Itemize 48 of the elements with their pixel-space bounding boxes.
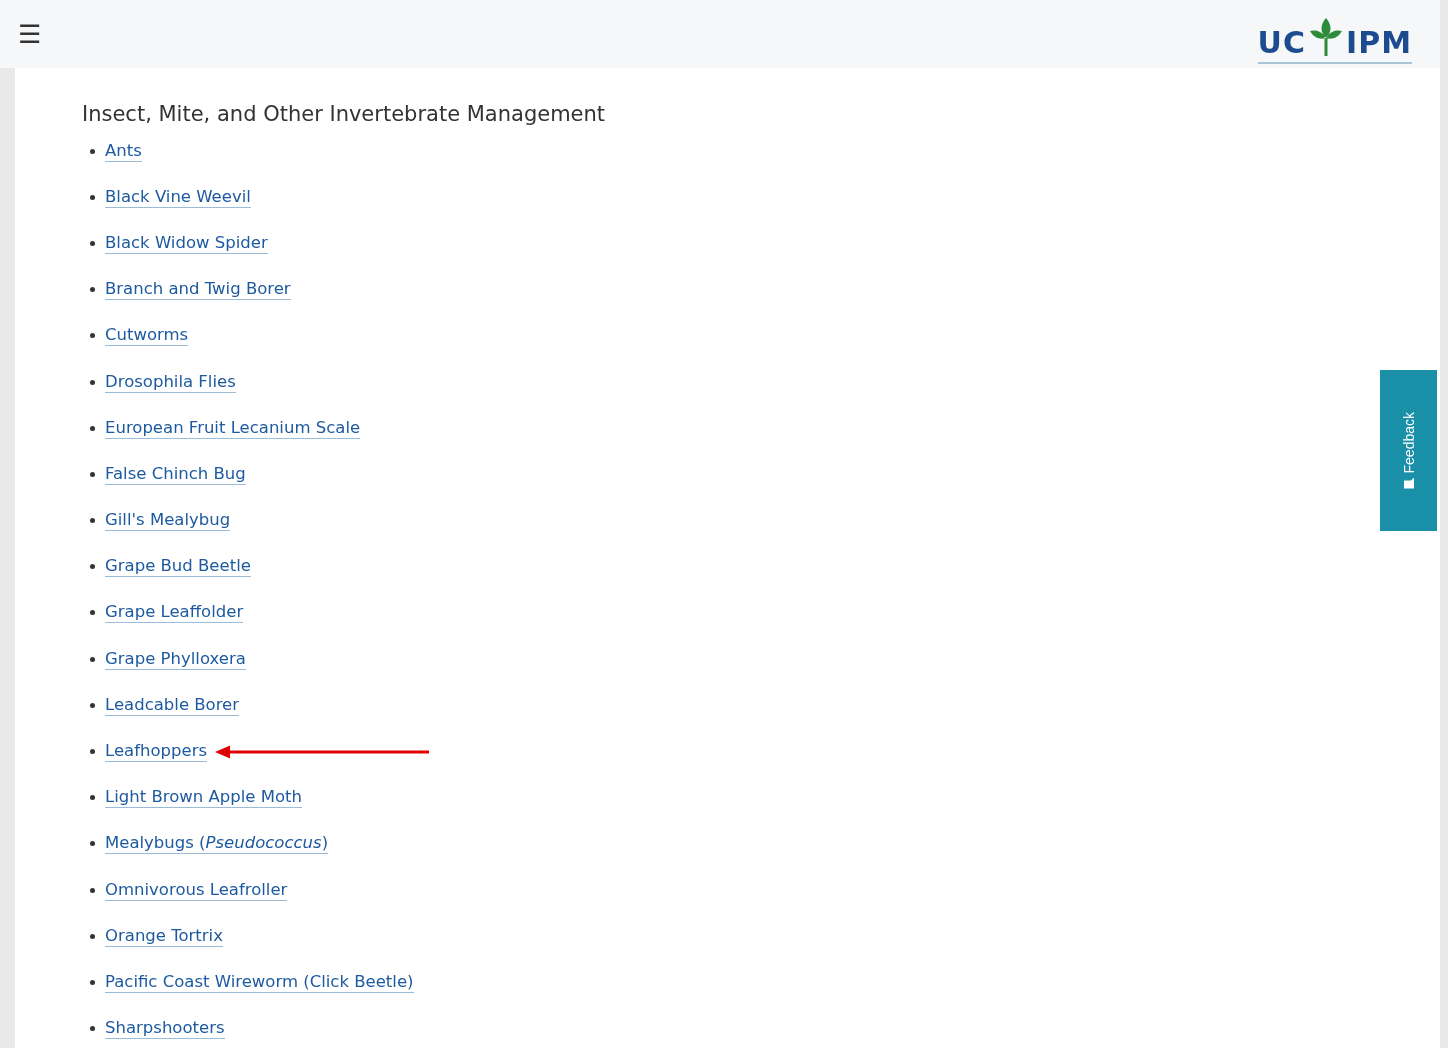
pest-link[interactable]: Grape Bud Beetle — [105, 556, 251, 578]
pest-link[interactable]: European Fruit Lecanium Scale — [105, 417, 361, 439]
pest-link[interactable]: Drosophila Flies — [105, 371, 236, 393]
comment-icon — [1402, 477, 1415, 490]
pest-link[interactable]: Cutworms — [105, 325, 189, 347]
logo-text: UC — [1257, 28, 1306, 58]
bullet-icon — [90, 194, 95, 200]
bullet-icon — [90, 564, 95, 570]
bullet-icon — [90, 749, 95, 755]
bullet-icon — [90, 887, 95, 893]
pest-link[interactable]: Mealybugs (Pseudococcus) — [105, 833, 329, 855]
bullet-icon — [90, 702, 95, 708]
bullet-icon — [90, 1026, 95, 1032]
bullet-icon — [90, 333, 95, 339]
bullet-icon — [90, 379, 95, 385]
pest-link[interactable]: Grape Phylloxera — [105, 648, 246, 670]
pest-link[interactable]: Grape Leaffolder — [105, 602, 244, 624]
bullet-icon — [90, 518, 95, 524]
bullet-icon — [90, 610, 95, 616]
pest-link[interactable]: Gill's Mealybug — [105, 510, 231, 532]
pest-link[interactable]: Orange Tortrix — [105, 925, 223, 947]
pest-link[interactable]: Black Vine Weevil — [105, 186, 251, 208]
pest-link[interactable]: Leafhoppers — [105, 741, 207, 763]
bullet-icon — [90, 656, 95, 662]
bullet-icon — [90, 240, 95, 246]
leaf-icon — [1309, 16, 1343, 58]
bullet-icon — [90, 471, 95, 477]
pest-link[interactable]: Black Widow Spider — [105, 232, 268, 254]
pest-link[interactable]: Leadcable Borer — [105, 694, 240, 716]
pest-link[interactable]: Sharpshooters — [105, 1018, 225, 1040]
bullet-icon — [90, 287, 95, 293]
pest-link[interactable]: Omnivorous Leafroller — [105, 879, 288, 901]
bullet-icon — [90, 933, 95, 939]
bullet-icon — [90, 841, 95, 847]
bullet-icon — [90, 148, 95, 154]
pest-link[interactable]: Light Brown Apple Moth — [105, 787, 302, 809]
section-title: Insect, Mite, and Other Invertebrate Management — [82, 102, 607, 126]
logo[interactable]: UC IPM — [1257, 16, 1412, 64]
bullet-icon — [90, 425, 95, 431]
pest-link[interactable]: Branch and Twig Borer — [105, 279, 291, 301]
menu-button[interactable]: ☰ — [18, 21, 41, 47]
pest-link[interactable]: Pacific Coast Wireworm (Click Beetle) — [105, 971, 414, 993]
pest-link[interactable]: False Chinch Bug — [105, 463, 246, 485]
pest-link[interactable]: Ants — [105, 140, 142, 162]
logo-text: IPM — [1346, 28, 1412, 58]
feedback-tab[interactable]: Feedback — [1380, 370, 1437, 531]
bullet-icon — [90, 979, 95, 985]
bullet-icon — [90, 795, 95, 801]
